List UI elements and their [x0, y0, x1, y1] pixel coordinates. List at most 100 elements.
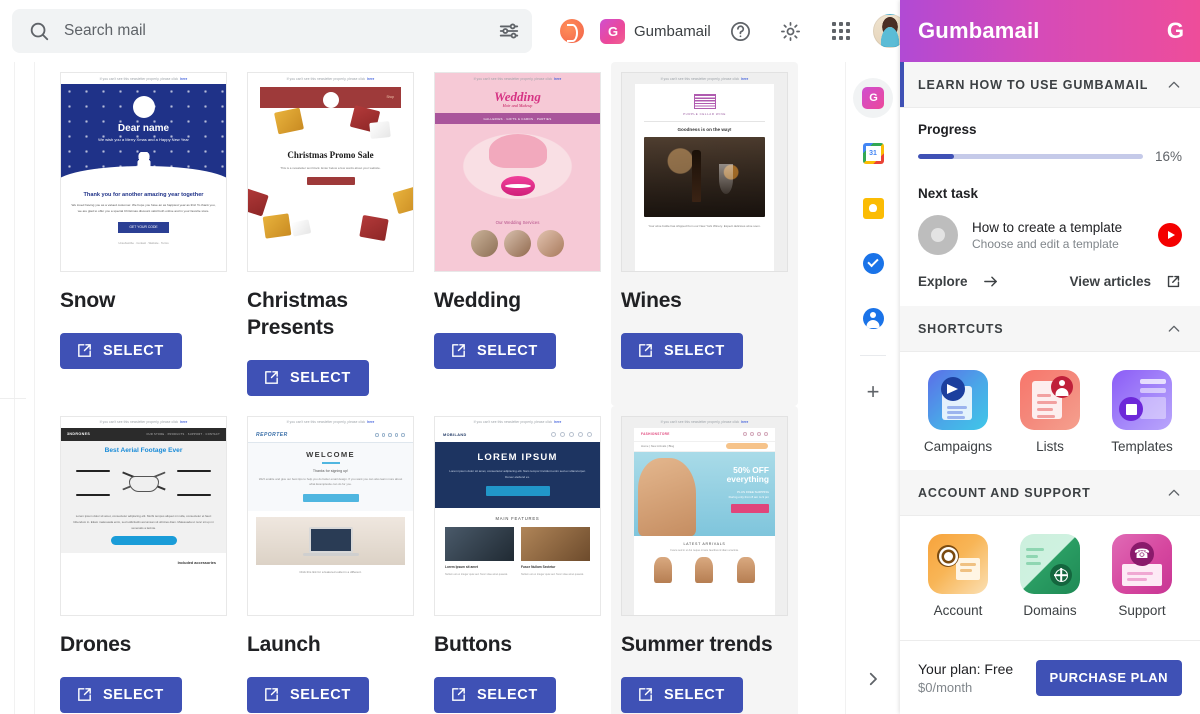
plan-label: Your plan: Free [918, 660, 1014, 677]
open-external-icon [78, 688, 91, 701]
section-title: SHORTCUTS [918, 321, 1004, 336]
hubspot-icon[interactable] [560, 19, 584, 43]
campaigns-icon [928, 370, 988, 430]
preview-preheader: If you can't see this newsletter properl… [435, 73, 600, 84]
rail-expand-button[interactable] [856, 662, 890, 696]
purchase-plan-button[interactable]: PURCHASE PLAN [1035, 659, 1182, 696]
explore-link[interactable]: Explore [918, 273, 999, 290]
preview-logo: FASHIONSTORE [641, 432, 670, 437]
template-card-summer-trends[interactable]: If you can't see this newsletter properl… [611, 405, 798, 714]
template-title: Launch [247, 632, 321, 656]
next-task-row[interactable]: How to create a template Choose and edit… [918, 215, 1182, 255]
template-card-drones[interactable]: If you can't see this newsletter properl… [50, 405, 237, 714]
select-label: SELECT [477, 686, 538, 703]
template-thumbnail: If you can't see this newsletter properl… [434, 415, 601, 616]
shortcut-label: Account [933, 603, 983, 618]
gumbamail-badge-icon: G [600, 18, 625, 44]
preview-heading: Wedding [494, 89, 541, 104]
shortcut-lists[interactable]: Lists [1011, 370, 1089, 454]
rail-item-calendar[interactable]: 31 [853, 133, 893, 173]
contacts-person-icon [862, 307, 884, 329]
preview-sub: We wish you a Merry Xmas and a Happy New… [98, 137, 189, 142]
search-input[interactable] [64, 22, 490, 40]
shortcut-domains[interactable]: Domains [1011, 534, 1089, 618]
open-external-icon [452, 688, 465, 701]
gumbamail-panel: Gumbamail G LEARN HOW TO USE GUMBAMAIL P… [900, 0, 1200, 714]
apps-button[interactable] [821, 11, 861, 51]
shortcut-label: Campaigns [923, 439, 993, 454]
view-articles-label: View articles [1069, 274, 1151, 289]
support-icon: ☎ [1112, 534, 1172, 594]
preview-heading: Dear name [117, 123, 170, 134]
preview-nav: Home | New Arrivals | Blog [641, 444, 675, 449]
shortcut-label: Support [1118, 603, 1166, 618]
select-button[interactable]: SELECT [60, 332, 182, 369]
preview-heading: WELCOME [306, 449, 355, 459]
gmail-addon-rail: G 31 + [845, 62, 900, 714]
template-title: Snow [60, 289, 116, 312]
template-gallery: If you can't see this newsletter properl… [40, 62, 845, 714]
preview-cta [306, 176, 355, 185]
shortcut-templates[interactable]: Templates [1103, 370, 1181, 454]
chevron-up-icon [1168, 489, 1180, 496]
preview-heading: Goodness is on the way! [677, 127, 732, 132]
section-header-learn[interactable]: LEARN HOW TO USE GUMBAMAIL [900, 62, 1200, 108]
preview-heading: Best Aerial Footage Ever [104, 446, 183, 454]
preview-cta [110, 536, 177, 546]
template-card-wedding[interactable]: If you can't see this newsletter properl… [424, 62, 611, 406]
help-button[interactable] [721, 11, 761, 51]
template-card-christmas-presents[interactable]: If you can't see this newsletter properl… [237, 62, 424, 406]
preview-preheader: If you can't see this newsletter properl… [61, 73, 226, 84]
template-card-launch[interactable]: If you can't see this newsletter properl… [237, 405, 424, 714]
settings-button[interactable] [771, 11, 811, 51]
section-header-account-support[interactable]: ACCOUNT AND SUPPORT [900, 470, 1200, 516]
tune-filter-icon[interactable] [498, 20, 520, 42]
template-thumbnail: If you can't see this newsletter properl… [621, 415, 788, 616]
view-articles-link[interactable]: View articles [1069, 273, 1182, 290]
shortcut-campaigns[interactable]: Campaigns [919, 370, 997, 454]
open-external-icon [452, 344, 465, 358]
panel-footer: Your plan: Free $0/month PURCHASE PLAN [900, 640, 1200, 714]
select-button[interactable]: SELECT [434, 676, 556, 713]
rail-divider [860, 355, 886, 356]
rail-item-tasks[interactable] [853, 243, 893, 283]
template-card-wines[interactable]: If you can't see this newsletter properl… [611, 62, 798, 406]
rail-add-addon-button[interactable]: + [853, 372, 893, 412]
gumbamail-chip[interactable]: G Gumbamail [600, 18, 711, 44]
keep-lightbulb-icon [862, 197, 884, 219]
task-subtitle: Choose and edit a template [972, 236, 1119, 251]
shortcut-account[interactable]: Account [919, 534, 997, 618]
play-video-button[interactable] [1158, 223, 1182, 247]
account-icon [928, 534, 988, 594]
section-header-shortcuts[interactable]: SHORTCUTS [900, 306, 1200, 352]
template-title: Drones [60, 632, 132, 656]
shortcut-label: Templates [1111, 439, 1173, 454]
select-button[interactable]: SELECT [247, 676, 369, 713]
search-bar[interactable] [12, 9, 532, 53]
template-grid: If you can't see this newsletter properl… [40, 62, 845, 714]
preview-preheader: If you can't see this newsletter properl… [634, 416, 775, 428]
lists-icon [1020, 370, 1080, 430]
preview-preheader: If you can't see this newsletter properl… [61, 416, 226, 428]
shortcut-label: Domains [1023, 603, 1077, 618]
select-button[interactable]: SELECT [621, 332, 743, 369]
template-title: Wedding [434, 289, 521, 312]
learn-links: Explore View articles [918, 273, 1182, 290]
shortcut-support[interactable]: ☎ Support [1103, 534, 1181, 618]
gmail-with-gumbamail-addon: G Gumbamail [0, 0, 1200, 714]
template-card-buttons[interactable]: If you can't see this newsletter properl… [424, 405, 611, 714]
template-card-snow[interactable]: If you can't see this newsletter properl… [50, 62, 237, 406]
select-button[interactable]: SELECT [621, 676, 743, 713]
select-button[interactable]: SELECT [60, 676, 182, 713]
rail-item-contacts[interactable] [853, 298, 893, 338]
select-label: SELECT [290, 686, 351, 703]
select-button[interactable]: SELECT [434, 332, 556, 369]
select-button[interactable]: SELECT [247, 359, 369, 396]
preview-preheader: If you can't see this newsletter properl… [248, 73, 413, 84]
help-icon [731, 21, 751, 41]
rail-item-keep[interactable] [853, 188, 893, 228]
progress-value: 16% [1154, 149, 1182, 164]
panel-header: Gumbamail G [900, 0, 1200, 62]
rail-item-gumbamail[interactable]: G [853, 78, 893, 118]
preview-body: Thank you for another amazing year toget… [71, 192, 216, 246]
